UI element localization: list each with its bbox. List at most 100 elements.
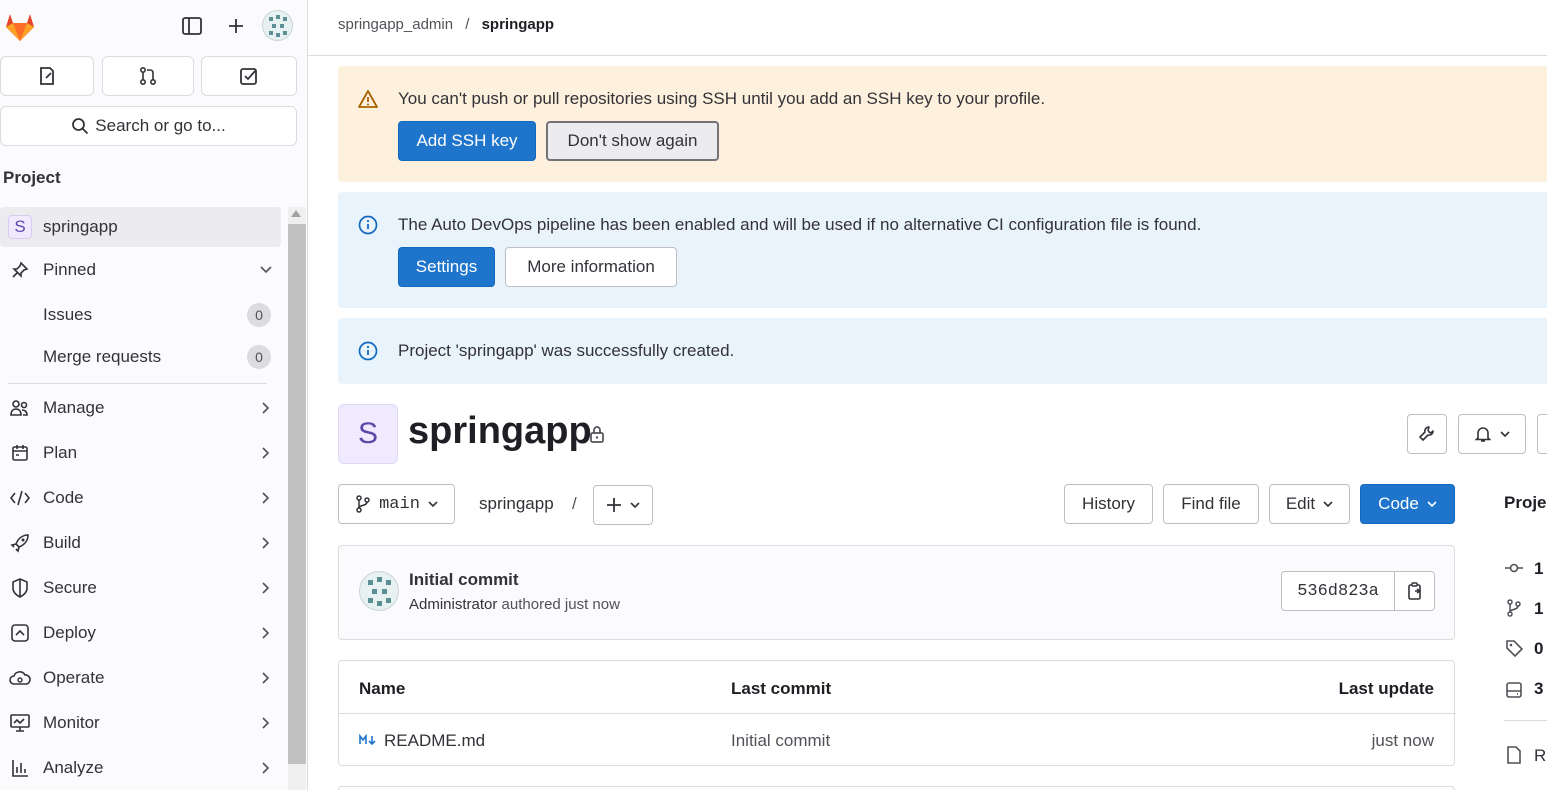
sidebar-item-issues[interactable]: Issues 0 — [0, 295, 281, 335]
chevron-right-icon — [262, 402, 270, 414]
branch-icon — [1507, 599, 1521, 617]
sidebar-item-monitor[interactable]: Monitor — [0, 703, 281, 743]
info-icon — [358, 341, 378, 361]
file-last-commit[interactable]: Initial commit — [731, 731, 830, 751]
sidebar-item-label: Merge requests — [43, 347, 162, 366]
chart-icon — [12, 760, 28, 777]
code-dropdown[interactable]: Code — [1360, 484, 1455, 524]
copy-sha-button[interactable] — [1395, 572, 1434, 610]
sidebar-tabs — [0, 56, 308, 96]
sidebar-item-plan[interactable]: Plan — [0, 433, 281, 473]
breadcrumb-current[interactable]: springapp — [482, 16, 555, 33]
sidebar-item-operate[interactable]: Operate — [0, 658, 281, 698]
sidebar-item-project[interactable]: S springapp — [0, 207, 281, 247]
count-badge: 0 — [247, 303, 271, 327]
sidebar-item-deploy[interactable]: Deploy — [0, 613, 281, 653]
chevron-right-icon — [262, 762, 270, 774]
edit-label: Edit — [1285, 494, 1316, 513]
sidebar-item-code[interactable]: Code — [0, 478, 281, 518]
sidebar-item-label: Operate — [43, 668, 105, 687]
plus-icon — [607, 498, 621, 512]
file-name-link[interactable]: README.md — [384, 731, 485, 751]
storage-size: 3 — [1534, 679, 1544, 698]
alert-message: You can't push or pull repositories usin… — [398, 89, 1046, 108]
alert-message: The Auto DevOps pipeline has been enable… — [398, 215, 1202, 234]
scrollbar-thumb[interactable] — [288, 224, 306, 764]
tags-count[interactable]: 0 — [1534, 639, 1543, 659]
column-header-last-commit: Last commit — [731, 679, 832, 698]
tag-icon — [1506, 640, 1523, 657]
sidebar-item-manage[interactable]: Manage — [0, 388, 281, 428]
search-icon — [72, 118, 89, 135]
deploy-icon — [11, 624, 29, 642]
dont-show-again-button[interactable]: Don't show again — [546, 121, 719, 161]
sidebar-item-label: Build — [43, 533, 81, 552]
sidebar-item-analyze[interactable]: Analyze — [0, 748, 281, 788]
column-header-last-update: Last update — [1338, 679, 1434, 698]
sidebar-item-pinned[interactable]: Pinned — [0, 250, 281, 290]
edit-dropdown[interactable]: Edit — [1269, 484, 1350, 524]
commits-count[interactable]: 1 — [1534, 559, 1543, 579]
history-button[interactable]: History — [1064, 484, 1153, 524]
chevron-down-icon — [260, 266, 272, 274]
sidebar-item-label: Secure — [43, 578, 97, 597]
search-button[interactable]: Search or go to... — [0, 106, 297, 146]
readme-panel — [338, 786, 1455, 790]
add-ssh-key-button[interactable]: Add SSH key — [398, 121, 536, 161]
sidebar-item-label: Pinned — [43, 260, 96, 279]
code-icon — [10, 490, 30, 506]
sidebar-item-label: Issues — [43, 305, 93, 324]
page-title: springapp — [408, 410, 592, 452]
breadcrumb-parent[interactable]: springapp_admin — [338, 16, 453, 33]
find-file-button[interactable]: Find file — [1163, 484, 1259, 524]
add-to-tree-dropdown[interactable] — [593, 485, 653, 525]
chevron-right-icon — [262, 582, 270, 594]
more-actions-button[interactable] — [1537, 414, 1547, 454]
project-info-title: Proje — [1504, 493, 1547, 512]
divider — [8, 383, 267, 384]
sidebar-item-label: Analyze — [43, 758, 104, 777]
avatar[interactable] — [262, 10, 293, 41]
commit-title[interactable]: Initial commit — [409, 570, 519, 590]
todos-tab[interactable] — [201, 56, 297, 96]
avatar[interactable] — [359, 571, 399, 611]
table-divider — [339, 713, 1456, 714]
sidebar-item-build[interactable]: Build — [0, 523, 281, 563]
sidebar-item-secure[interactable]: Secure — [0, 568, 281, 608]
commit-icon — [1505, 563, 1523, 573]
copy-clipboard-icon — [1407, 582, 1421, 600]
warning-icon — [358, 90, 378, 108]
code-label: Code — [1378, 494, 1419, 513]
commit-author[interactable]: Administrator — [409, 596, 497, 613]
more-information-button[interactable]: More information — [505, 247, 677, 287]
chevron-right-icon — [262, 537, 270, 549]
toggle-sidebar-icon[interactable] — [178, 14, 206, 38]
chevron-right-icon — [262, 672, 270, 684]
merge-request-icon — [139, 66, 157, 86]
readme-link[interactable]: RI — [1534, 746, 1547, 766]
commit-sha[interactable]: 536d823a — [1282, 572, 1395, 610]
branch-selector[interactable]: main — [338, 484, 455, 524]
settings-button[interactable]: Settings — [398, 247, 495, 287]
sidebar: Search or go to... Project S springapp P… — [0, 0, 308, 790]
notifications-dropdown[interactable] — [1458, 414, 1526, 454]
ssh-key-alert: You can't push or pull repositories usin… — [338, 66, 1547, 182]
merge-requests-tab[interactable] — [102, 56, 194, 96]
auto-devops-alert: The Auto DevOps pipeline has been enable… — [338, 192, 1547, 308]
info-icon — [358, 215, 378, 235]
scroll-up-arrow-icon[interactable] — [291, 210, 301, 217]
settings-wrench-button[interactable] — [1407, 414, 1447, 454]
sidebar-item-merge-requests[interactable]: Merge requests 0 — [0, 337, 281, 377]
repo-path[interactable]: springapp — [479, 494, 554, 514]
sidebar-item-label: Plan — [43, 443, 78, 462]
branches-count[interactable]: 1 — [1534, 599, 1543, 619]
plus-icon[interactable] — [222, 14, 250, 38]
section-title: Project — [3, 168, 61, 187]
chevron-down-icon — [428, 500, 438, 507]
bell-icon — [1474, 427, 1492, 442]
wrench-icon — [1419, 426, 1434, 441]
issues-tab[interactable] — [0, 56, 94, 96]
file-last-update: just now — [1371, 731, 1434, 750]
commit-sha-group: 536d823a — [1281, 571, 1435, 611]
gitlab-logo-icon[interactable] — [2, 8, 38, 44]
